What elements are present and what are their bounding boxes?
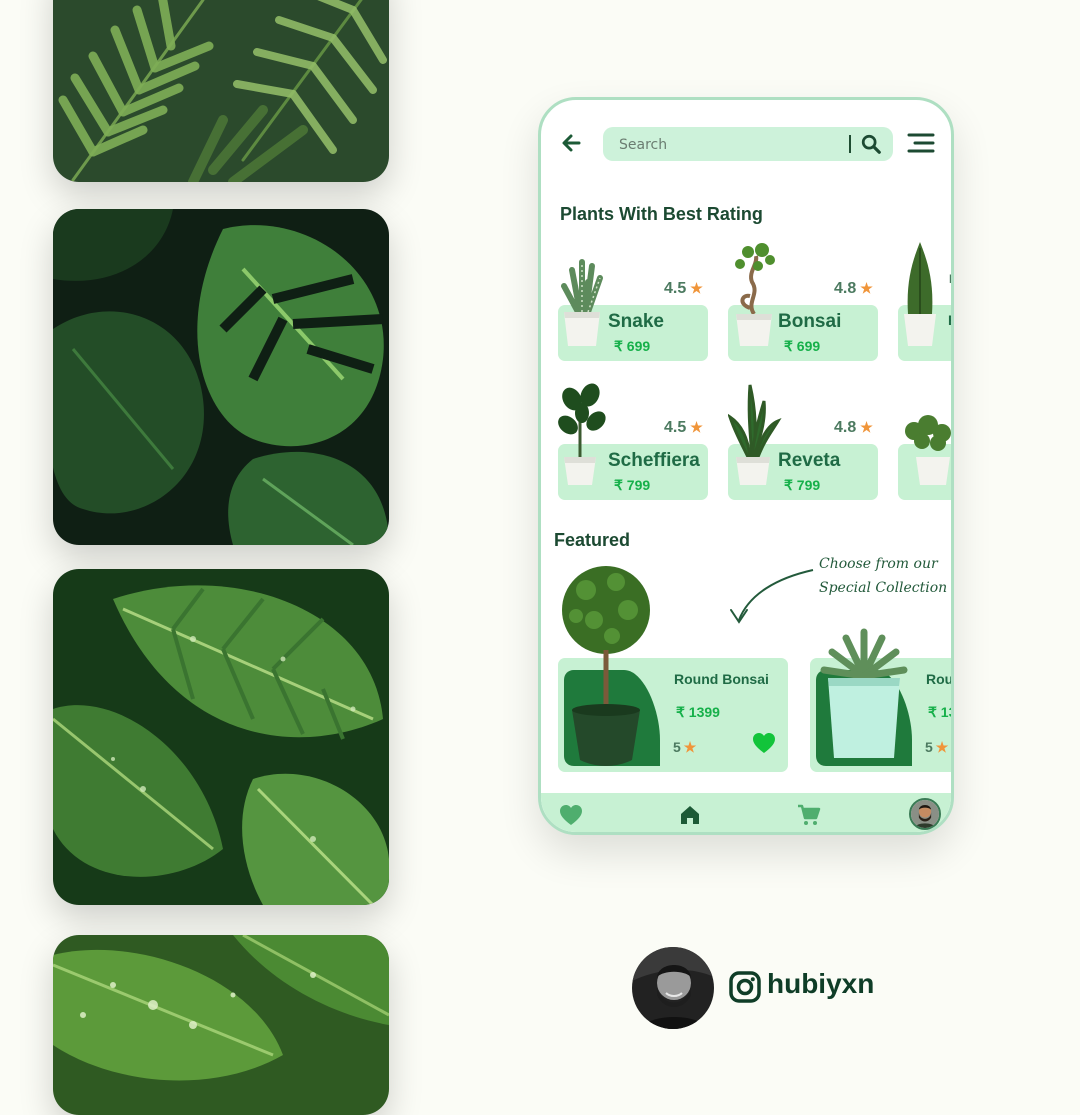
best-rating-title: Plants With Best Rating [560,204,763,224]
plant-card-scheffiera[interactable]: 4.5 ★ Scheffiera ₹ 799 [558,381,708,500]
featured-card-round-bonsai[interactable]: Round Bonsai ₹ 1399 5 ★ [558,566,788,772]
snake-plant-image [561,259,603,346]
curved-arrow-icon [730,569,814,624]
cypress-plant-image [904,242,936,346]
star-icon: ★ [860,280,873,296]
star-icon: ★ [690,280,703,296]
search-bar [603,127,893,161]
featured-title: Featured [554,530,631,550]
plant-card-partial-1[interactable]: H B ₹ [898,242,951,361]
calathea-leaves-photo [53,569,389,905]
search-icon[interactable] [860,133,882,155]
rating: 4.8 ★ [834,419,873,436]
plant-card-bonsai[interactable]: 4.8 ★ Bonsai ₹ 699 [728,242,878,361]
round-bonsai-image [562,566,650,766]
designer-photo [632,947,714,1029]
plant-card-partial-2[interactable]: ₹ [898,381,951,500]
home-icon[interactable] [678,803,702,827]
scheffiera-image [558,383,606,485]
rating: 4.5 ★ [664,280,703,297]
heart-icon[interactable] [559,803,583,827]
star-icon: ★ [935,739,949,755]
plant-name: Reveta [778,450,841,471]
instagram-handle[interactable]: hubiyxn [767,968,874,1000]
annotation-line-2: Special Collection [819,580,948,596]
featured-rating: 5 ★ [925,739,949,755]
plant-name: Bonsai [778,311,842,332]
featured-name: Round Bonsai [674,671,769,687]
plant-price: ₹ 799 [614,477,651,493]
featured-rating: 5 ★ [673,739,697,755]
plant-card-snake[interactable]: 4.5 ★ Snake ₹ 699 [558,242,708,361]
rating: 4.8 ★ [834,280,873,297]
plant-name: B [948,312,951,328]
palm-leaves-photo [53,0,389,182]
plant-price: ₹ 799 [784,477,821,493]
plant-name: Snake [608,311,664,332]
annotation-line-1: Choose from our [819,556,938,572]
rating: 4.5 ★ [664,419,703,436]
monstera-leaves-photo [53,209,389,545]
search-divider [849,135,851,153]
cart-icon[interactable] [797,803,821,827]
menu-icon[interactable] [907,131,935,155]
featured-price: ₹ 1399 [676,704,720,720]
search-input[interactable] [617,134,841,156]
plant-price: ₹ 699 [784,338,821,354]
succulent-pot-image [820,628,908,758]
favorite-heart-icon[interactable] [752,732,776,754]
featured-name: Rou [926,671,954,687]
star-icon: ★ [690,419,703,435]
back-arrow-icon[interactable] [559,131,583,155]
hosta-leaves-photo [53,935,389,1115]
featured-price: ₹ 13 [928,704,954,720]
plant-card-reveta[interactable]: 4.8 ★ Reveta ₹ 799 [728,381,878,500]
rating: H [949,272,951,286]
phone-mockup: Plants With Best Rating 4.5★ Snake ₹ 699… [538,97,954,835]
reveta-image [728,384,782,485]
shrub-plant-image [905,415,951,485]
star-icon: ★ [860,419,873,435]
plant-name: Scheffiera [608,450,700,471]
designer-avatar[interactable] [632,947,714,1029]
collection-annotation: Choose from our Special Collection [819,552,949,600]
plant-price: ₹ 699 [614,338,651,354]
profile-avatar[interactable] [909,798,941,830]
instagram-icon[interactable] [729,971,761,1003]
bottom-nav [541,793,951,832]
avatar-image [911,800,939,828]
featured-card-partial[interactable]: Rou ₹ 13 5 ★ [810,628,954,772]
star-icon: ★ [683,739,697,755]
bonsai-image [735,243,775,346]
